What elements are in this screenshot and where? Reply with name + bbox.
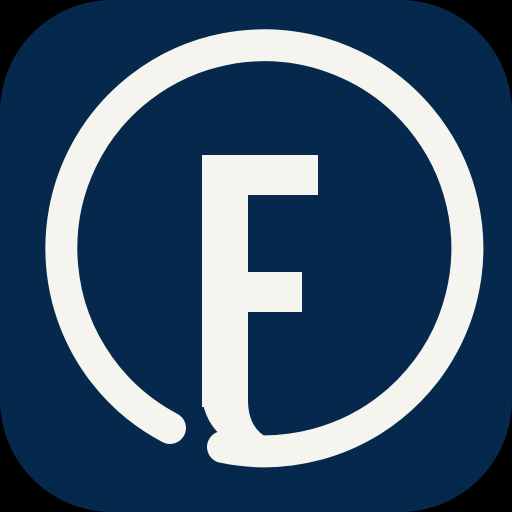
app-icon[interactable] (0, 0, 512, 512)
